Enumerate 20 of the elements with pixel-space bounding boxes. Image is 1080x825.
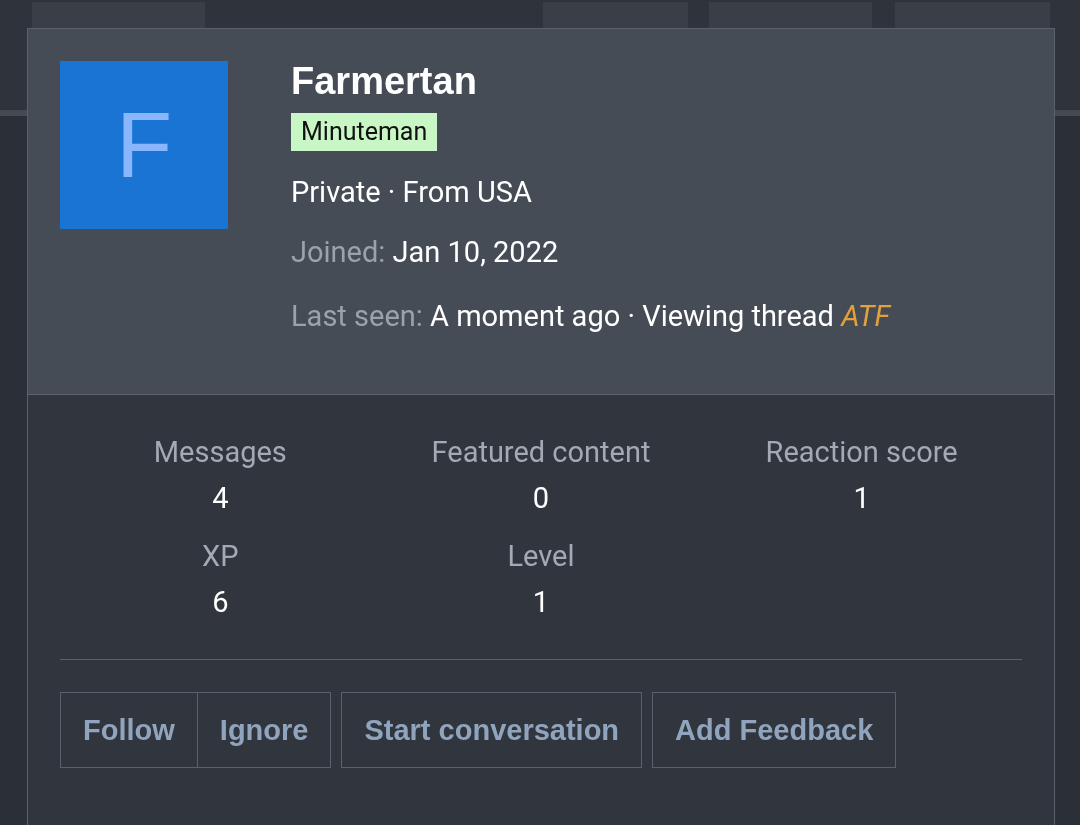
- rank-badge: Minuteman: [291, 113, 438, 151]
- stat-value: 1: [853, 481, 870, 515]
- stat-value: 1: [532, 585, 550, 619]
- stat-label: Featured content: [431, 435, 651, 469]
- user-title: Private · From USA: [291, 175, 532, 209]
- stat-value: 6: [212, 585, 229, 619]
- last-seen: Last seen: A moment ago · Viewing thread ATF: [291, 299, 890, 333]
- username[interactable]: Farmertan: [291, 61, 477, 101]
- stat-value: 4: [212, 481, 229, 515]
- stat-label: Level: [507, 539, 575, 573]
- action-button[interactable]: Add Feedback: [652, 692, 897, 768]
- action-button[interactable]: Start conversation: [341, 692, 643, 768]
- stat-label: Reaction score: [765, 435, 958, 469]
- thread-link[interactable]: ATF: [841, 299, 890, 333]
- action-button[interactable]: Ignore: [197, 692, 332, 768]
- stat-label: Messages: [153, 435, 287, 469]
- stat-label: XP: [202, 539, 239, 573]
- joined-date: Joined: Jan 10, 2022: [291, 235, 559, 269]
- action-button[interactable]: Follow: [60, 692, 198, 768]
- stat-value: 0: [532, 481, 550, 515]
